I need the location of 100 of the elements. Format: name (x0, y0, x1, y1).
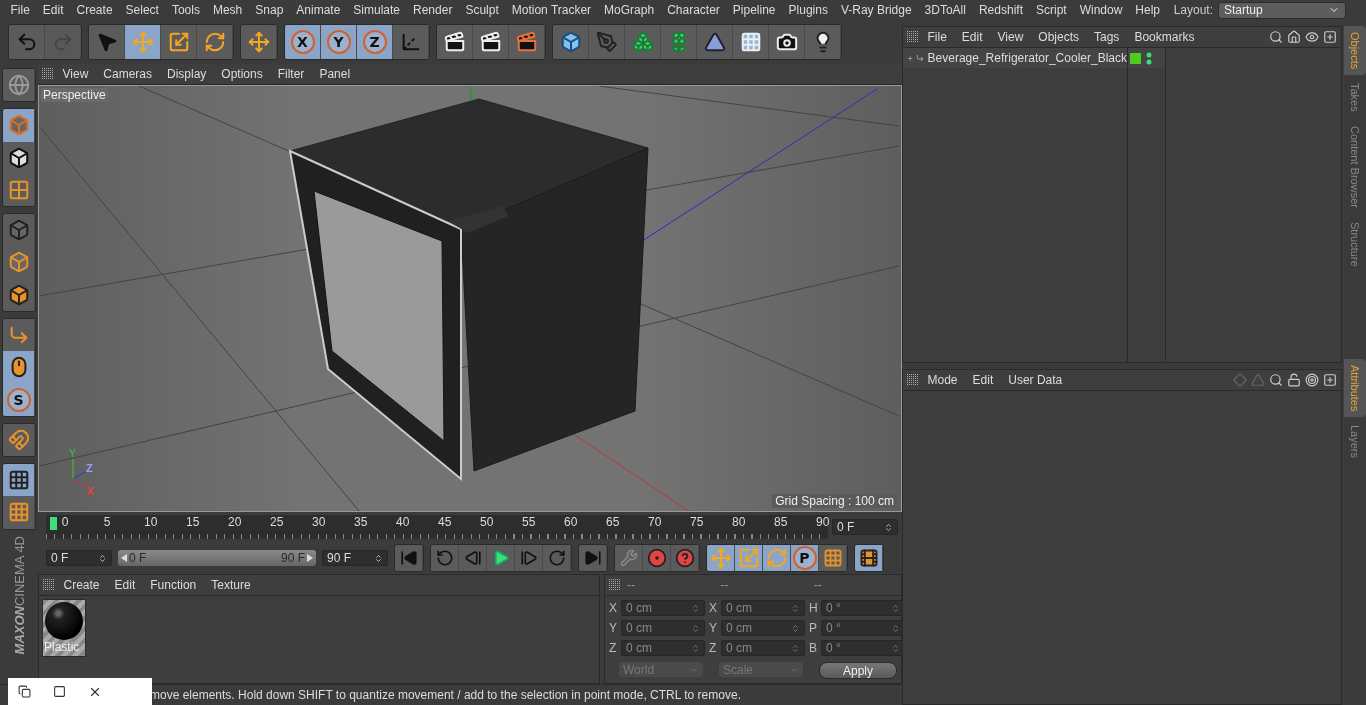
search-icon[interactable] (1269, 30, 1283, 44)
material-menu-item[interactable]: Texture (204, 578, 258, 592)
axis-label: Y (709, 621, 718, 635)
menu-item[interactable]: Character (660, 3, 727, 17)
menu-item[interactable]: MoGraph (597, 3, 661, 17)
target-icon[interactable] (1305, 372, 1319, 387)
lock-icon[interactable] (1287, 372, 1301, 387)
axis-tool-button[interactable]: X (285, 25, 321, 59)
objects-menu-item[interactable]: Edit (955, 30, 990, 44)
search-icon[interactable] (1269, 372, 1283, 387)
scale-tool-button[interactable] (735, 545, 763, 571)
undo-tool-button[interactable] (9, 25, 45, 59)
grid-lock-tool-button[interactable] (3, 463, 35, 497)
menu-item[interactable]: Animate (289, 3, 347, 17)
viewport-menu-item[interactable]: Cameras (96, 67, 159, 81)
axis-tool-button[interactable]: Y (321, 25, 357, 59)
menu-item[interactable]: Simulate (346, 3, 407, 17)
material-menu-item[interactable]: Create (57, 578, 107, 592)
visibility-square[interactable] (1130, 52, 1141, 64)
snap-tool-button[interactable] (3, 423, 35, 456)
viewport-menu-item[interactable]: View (56, 67, 95, 81)
menu-item[interactable]: Create (70, 3, 120, 17)
go-end-tool-button[interactable] (579, 545, 607, 571)
go-start-tool-button[interactable] (395, 545, 423, 571)
solo-tool-button[interactable]: S (3, 383, 35, 416)
dots-icon[interactable] (1146, 51, 1152, 65)
menu-item[interactable]: Help (1128, 3, 1167, 17)
spinner-icon[interactable] (884, 522, 893, 532)
menu-item[interactable]: Snap (248, 3, 290, 17)
menu-item[interactable]: Motion Tracker (505, 3, 598, 17)
workplane-tool-button[interactable] (3, 173, 35, 207)
object-row[interactable]: Beverage_Refrigerator_Cooler_Black (903, 48, 1127, 68)
viewport-menu-item[interactable]: Options (214, 67, 270, 81)
menu-item[interactable]: Render (406, 3, 459, 17)
attributes-menu-item[interactable]: Edit (966, 372, 1000, 387)
param-tool-button[interactable]: P (791, 545, 819, 571)
start-frame-field[interactable]: 0 F (46, 550, 112, 566)
menu-item[interactable]: Select (119, 3, 166, 17)
minimized-window[interactable] (8, 678, 152, 705)
menu-item[interactable]: Redshift (972, 3, 1030, 17)
menu-item[interactable]: Mesh (206, 3, 249, 17)
rotate-tool-button[interactable] (763, 545, 791, 571)
make-editable-tool-button[interactable] (3, 69, 35, 102)
move-tool-button[interactable] (125, 25, 161, 59)
material-menu-item[interactable]: Function (143, 578, 203, 592)
menu-item[interactable]: Sculpt (458, 3, 506, 17)
render-region-tool-button[interactable] (437, 25, 473, 59)
viewport-menu-item[interactable]: Filter (271, 67, 311, 81)
polygons-tool-button[interactable] (3, 278, 35, 311)
film-tool-button[interactable] (855, 545, 883, 571)
menu-item[interactable]: Script (1029, 3, 1074, 17)
spinner-icon[interactable] (98, 553, 107, 563)
attributes-menu-item[interactable]: User Data (1001, 372, 1069, 387)
material-menu-item[interactable]: Edit (108, 578, 142, 592)
move-tool-button[interactable] (707, 545, 735, 571)
move-tool-button[interactable] (241, 25, 277, 59)
objects-menu-item[interactable]: Bookmarks (1127, 30, 1201, 44)
side-tab[interactable]: Objects (1344, 26, 1366, 76)
right-handle-icon[interactable] (307, 554, 313, 562)
menu-item[interactable]: 3DToAll (918, 3, 973, 17)
viewport-menu-item[interactable]: Display (160, 67, 213, 81)
restore-icon[interactable] (18, 685, 31, 698)
axis-tool-button[interactable]: Z (357, 25, 393, 59)
current-frame-field[interactable]: 0 F (832, 519, 898, 535)
side-tab[interactable]: Attributes (1344, 358, 1366, 418)
maximize-icon[interactable] (53, 685, 66, 698)
record-tool-button[interactable] (615, 545, 643, 571)
attributes-menu-item[interactable]: Mode (921, 372, 965, 387)
menu-item[interactable]: Edit (36, 3, 71, 17)
end-frame-field[interactable]: 90 F (322, 550, 388, 566)
spinner-icon[interactable] (374, 553, 383, 563)
objects-menu-item[interactable]: File (921, 30, 954, 44)
select-tool-button[interactable] (89, 25, 125, 59)
cube-tool-button[interactable] (553, 25, 589, 59)
menu-item[interactable]: V-Ray Bridge (834, 3, 919, 17)
axis-mode-tool-button[interactable] (3, 318, 35, 352)
timeline-ruler[interactable]: 0 5 10 15 20 25 30 35 40 45 50 55 60 65 70 75 80 85 90 (46, 515, 828, 539)
objects-menu-item[interactable]: Objects (1031, 30, 1086, 44)
menu-item[interactable]: Pipeline (726, 3, 783, 17)
new-panel-icon[interactable] (1323, 372, 1337, 387)
eye-icon[interactable] (1305, 30, 1319, 44)
viewport-menu-item[interactable]: Panel (312, 67, 357, 81)
layout-dropdown[interactable]: Startup (1218, 1, 1346, 19)
menu-item[interactable]: Tools (165, 3, 207, 17)
new-panel-icon[interactable] (1323, 30, 1337, 44)
prev-key-tool-button[interactable] (431, 545, 459, 571)
objects-menu-item[interactable]: View (991, 30, 1030, 44)
left-handle-icon[interactable] (121, 554, 127, 562)
tweak-tool-button[interactable] (3, 351, 35, 384)
viewport[interactable]: Perspective Grid Spacing : 100 cm Y Z X (38, 85, 902, 512)
grid-rotate-icon (7, 501, 30, 524)
objects-menu-item[interactable]: Tags (1087, 30, 1126, 44)
menu-item[interactable]: Window (1073, 3, 1129, 17)
home-icon[interactable] (1287, 30, 1301, 44)
texture-tool-button[interactable] (3, 141, 35, 174)
model-tool-button[interactable] (3, 109, 35, 142)
menu-item[interactable]: Plugins (782, 3, 835, 17)
grid-rotate-tool-button[interactable] (3, 496, 35, 529)
points-tool-button[interactable] (3, 214, 35, 247)
menu-item[interactable]: File (4, 3, 37, 17)
